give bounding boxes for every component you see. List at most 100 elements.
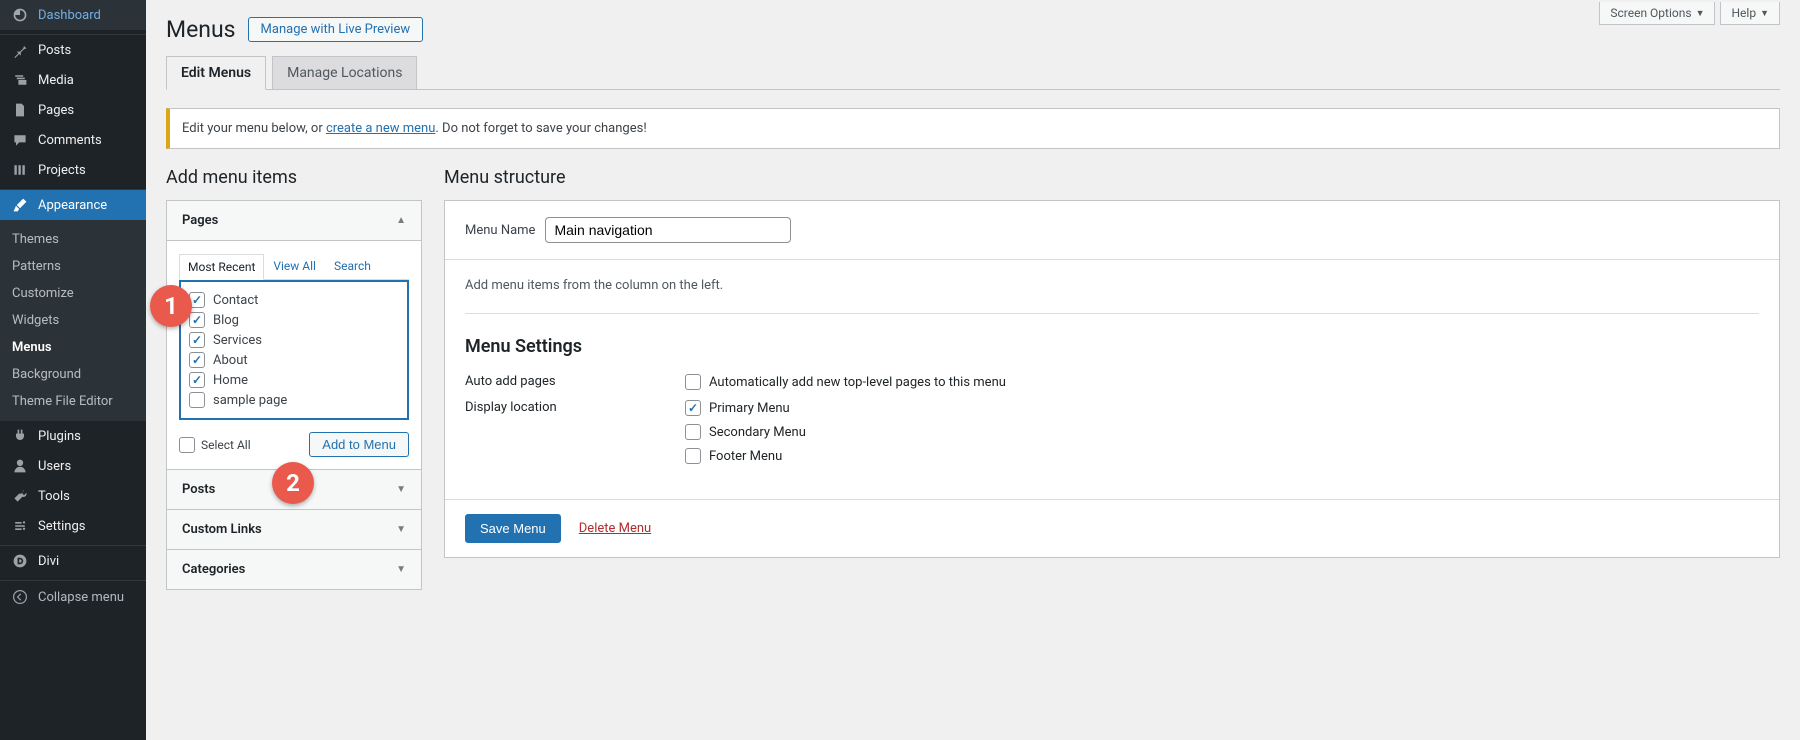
checkbox[interactable] — [189, 312, 205, 328]
sidebar-item-label: Dashboard — [38, 8, 101, 23]
submenu-item-theme-file-editor[interactable]: Theme File Editor — [0, 388, 146, 415]
comment-icon — [10, 132, 30, 148]
sidebar-item-pages[interactable]: Pages — [0, 95, 146, 125]
checkbox[interactable] — [685, 374, 701, 390]
help-button[interactable]: Help▼ — [1720, 2, 1780, 25]
page-item[interactable]: Services — [189, 330, 399, 350]
checkbox[interactable] — [189, 352, 205, 368]
chevron-down-icon: ▼ — [1696, 8, 1705, 19]
tab-wrapper: Edit Menus Manage Locations — [166, 55, 1780, 90]
sidebar-item-label: Appearance — [38, 198, 107, 213]
sidebar-item-divi[interactable]: Divi — [0, 546, 146, 576]
sidebar-item-posts[interactable]: Posts — [0, 35, 146, 65]
submenu-item-background[interactable]: Background — [0, 361, 146, 388]
sidebar-item-media[interactable]: Media — [0, 65, 146, 95]
menu-structure-heading: Menu structure — [444, 167, 1780, 188]
sidebar-item-label: Posts — [38, 43, 71, 58]
menu-settings-heading: Menu Settings — [465, 336, 1759, 357]
inner-tab-all[interactable]: View All — [264, 253, 325, 279]
sidebar-item-label: Comments — [38, 133, 102, 148]
sidebar-item-label: Users — [38, 459, 71, 474]
menu-panel: Menu Name Add menu items from the column… — [444, 200, 1780, 558]
sidebar-item-label: Pages — [38, 103, 74, 118]
sidebar-item-tools[interactable]: Tools — [0, 481, 146, 511]
acc-header-categories[interactable]: Categories ▼ — [167, 550, 421, 589]
sidebar-item-label: Plugins — [38, 429, 81, 444]
sidebar-item-projects[interactable]: Projects — [0, 155, 146, 185]
page-item[interactable]: sample page — [189, 390, 399, 410]
checkbox[interactable] — [189, 372, 205, 388]
settings-icon — [10, 518, 30, 534]
save-menu-button[interactable]: Save Menu — [465, 514, 561, 543]
admin-sidebar: Dashboard Posts Media Pages Comments Pro… — [0, 0, 146, 740]
chevron-down-icon: ▼ — [396, 564, 406, 575]
checkbox[interactable] — [189, 392, 205, 408]
sidebar-item-label: Divi — [38, 554, 59, 569]
add-to-menu-button[interactable]: Add to Menu — [309, 432, 409, 457]
appearance-submenu: Themes Patterns Customize Widgets Menus … — [0, 220, 146, 421]
submenu-item-menus[interactable]: Menus — [0, 334, 146, 361]
add-items-accordion: Pages ▲ Most Recent View All Search Cont… — [166, 200, 422, 590]
media-icon — [10, 72, 30, 88]
sidebar-item-label: Tools — [38, 489, 70, 504]
sidebar-item-label: Media — [38, 73, 74, 88]
main-content: Screen Options▼ Help▼ Menus Manage with … — [146, 0, 1800, 740]
page-item[interactable]: Home — [189, 370, 399, 390]
submenu-item-widgets[interactable]: Widgets — [0, 307, 146, 334]
acc-header-custom-links[interactable]: Custom Links ▼ — [167, 510, 421, 549]
submenu-item-themes[interactable]: Themes — [0, 226, 146, 253]
sidebar-item-plugins[interactable]: Plugins — [0, 421, 146, 451]
menu-empty-text: Add menu items from the column on the le… — [465, 278, 1759, 293]
tab-edit-menus[interactable]: Edit Menus — [166, 56, 266, 90]
delete-menu-link[interactable]: Delete Menu — [579, 521, 651, 536]
sidebar-item-comments[interactable]: Comments — [0, 125, 146, 155]
page-item[interactable]: Contact — [189, 290, 399, 310]
checkbox[interactable] — [685, 400, 701, 416]
tools-icon — [10, 488, 30, 504]
sidebar-item-label: Projects — [38, 163, 86, 178]
menu-name-label: Menu Name — [465, 223, 535, 238]
sidebar-item-settings[interactable]: Settings — [0, 511, 146, 541]
screen-options-button[interactable]: Screen Options▼ — [1599, 2, 1715, 25]
checkbox[interactable] — [179, 437, 195, 453]
select-all[interactable]: Select All — [179, 437, 251, 453]
add-items-heading: Add menu items — [166, 167, 422, 188]
chevron-down-icon: ▼ — [1760, 8, 1769, 19]
inner-tab-recent[interactable]: Most Recent — [179, 254, 264, 280]
user-icon — [10, 458, 30, 474]
submenu-item-patterns[interactable]: Patterns — [0, 253, 146, 280]
create-menu-link[interactable]: create a new menu — [326, 121, 435, 136]
inner-tab-search[interactable]: Search — [325, 253, 380, 279]
sidebar-item-users[interactable]: Users — [0, 451, 146, 481]
sidebar-item-dashboard[interactable]: Dashboard — [0, 0, 146, 30]
collapse-icon — [10, 589, 30, 605]
annotation-badge-1: 1 — [150, 285, 192, 327]
location-option[interactable]: Primary Menu — [685, 400, 806, 416]
location-option[interactable]: Secondary Menu — [685, 424, 806, 440]
collapse-menu-button[interactable]: Collapse menu — [0, 581, 146, 613]
checkbox[interactable] — [685, 424, 701, 440]
auto-add-label: Auto add pages — [465, 374, 685, 389]
plugin-icon — [10, 428, 30, 444]
tab-manage-locations[interactable]: Manage Locations — [272, 56, 417, 90]
chevron-down-icon: ▼ — [396, 524, 406, 535]
location-option[interactable]: Footer Menu — [685, 448, 806, 464]
checkbox[interactable] — [189, 332, 205, 348]
dashboard-icon — [10, 7, 30, 23]
auto-add-option[interactable]: Automatically add new top-level pages to… — [685, 374, 1006, 390]
submenu-item-customize[interactable]: Customize — [0, 280, 146, 307]
chevron-up-icon: ▲ — [396, 215, 406, 226]
display-location-label: Display location — [465, 400, 685, 415]
live-preview-button[interactable]: Manage with Live Preview — [248, 17, 424, 42]
menu-name-input[interactable] — [545, 217, 791, 243]
page-list: Contact Blog Services About Home sample … — [179, 280, 409, 420]
sidebar-item-appearance[interactable]: Appearance — [0, 190, 146, 220]
checkbox[interactable] — [685, 448, 701, 464]
page-icon — [10, 102, 30, 118]
page-item[interactable]: About — [189, 350, 399, 370]
page-item[interactable]: Blog — [189, 310, 399, 330]
chevron-down-icon: ▼ — [396, 484, 406, 495]
acc-header-pages[interactable]: Pages ▲ — [167, 201, 421, 240]
pin-icon — [10, 42, 30, 58]
projects-icon — [10, 162, 30, 178]
